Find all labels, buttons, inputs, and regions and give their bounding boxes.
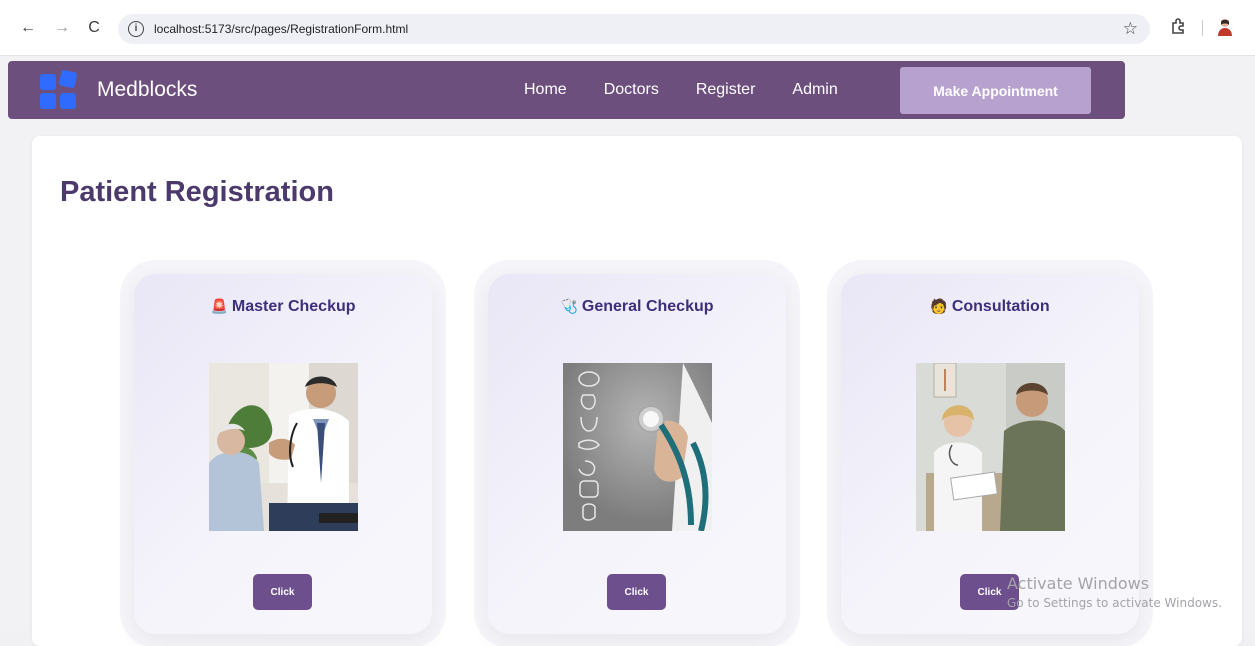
card-title: 🧑 Consultation (841, 298, 1139, 316)
card-general-checkup: 🩺 General Checkup Click (488, 274, 786, 634)
general-checkup-click-button[interactable]: Click (607, 574, 666, 610)
nav-link-register[interactable]: Register (696, 81, 756, 99)
card-title-text: General Checkup (581, 298, 714, 315)
back-arrow-icon[interactable]: ← (18, 18, 38, 38)
make-appointment-button[interactable]: Make Appointment (900, 67, 1091, 114)
stethoscope-icon: 🩺 (560, 298, 578, 314)
siren-icon: 🚨 (210, 298, 228, 314)
page-title: Patient Registration (60, 176, 334, 208)
forward-arrow-icon[interactable]: → (52, 18, 72, 38)
card-title: 🩺 General Checkup (488, 298, 786, 316)
doctor-consultation-image (916, 363, 1065, 531)
medblocks-logo-icon[interactable] (40, 69, 78, 109)
top-navbar: Medblocks Home Doctors Register Admin Ma… (8, 61, 1125, 119)
stethoscope-organs-image (563, 363, 712, 531)
master-checkup-click-button[interactable]: Click (253, 574, 312, 610)
card-master-checkup: 🚨 Master Checkup Click (134, 274, 432, 634)
card-title: 🚨 Master Checkup (134, 298, 432, 316)
nav-link-admin[interactable]: Admin (792, 81, 837, 99)
watermark-subtitle: Go to Settings to activate Windows. (1007, 596, 1222, 610)
doctor-examining-patient-image (209, 363, 358, 531)
card-title-text: Consultation (951, 298, 1050, 315)
bookmark-star-icon[interactable]: ☆ (1123, 19, 1138, 39)
nav-link-doctors[interactable]: Doctors (604, 81, 659, 99)
windows-activation-watermark: Activate Windows Go to Settings to activ… (1007, 574, 1222, 610)
nav-links: Home Doctors Register Admin (524, 81, 875, 99)
extensions-puzzle-icon[interactable] (1170, 17, 1188, 35)
card-title-text: Master Checkup (231, 298, 356, 315)
address-bar[interactable]: i localhost:5173/src/pages/RegistrationF… (118, 14, 1150, 44)
person-icon: 🧑 (930, 298, 948, 314)
site-info-icon[interactable]: i (128, 21, 144, 37)
watermark-title: Activate Windows (1007, 574, 1150, 593)
profile-avatar-icon[interactable] (1215, 17, 1235, 37)
url-text[interactable]: localhost:5173/src/pages/RegistrationFor… (154, 22, 408, 36)
browser-toolbar: ← → C i localhost:5173/src/pages/Registr… (0, 0, 1255, 56)
nav-link-home[interactable]: Home (524, 81, 567, 99)
page: Medblocks Home Doctors Register Admin Ma… (0, 57, 1255, 646)
toolbar-separator (1202, 20, 1203, 36)
brand-name[interactable]: Medblocks (97, 78, 197, 102)
registration-panel: Patient Registration 🚨 Master Checkup Cl… (32, 136, 1242, 646)
reload-icon[interactable]: C (84, 18, 104, 38)
